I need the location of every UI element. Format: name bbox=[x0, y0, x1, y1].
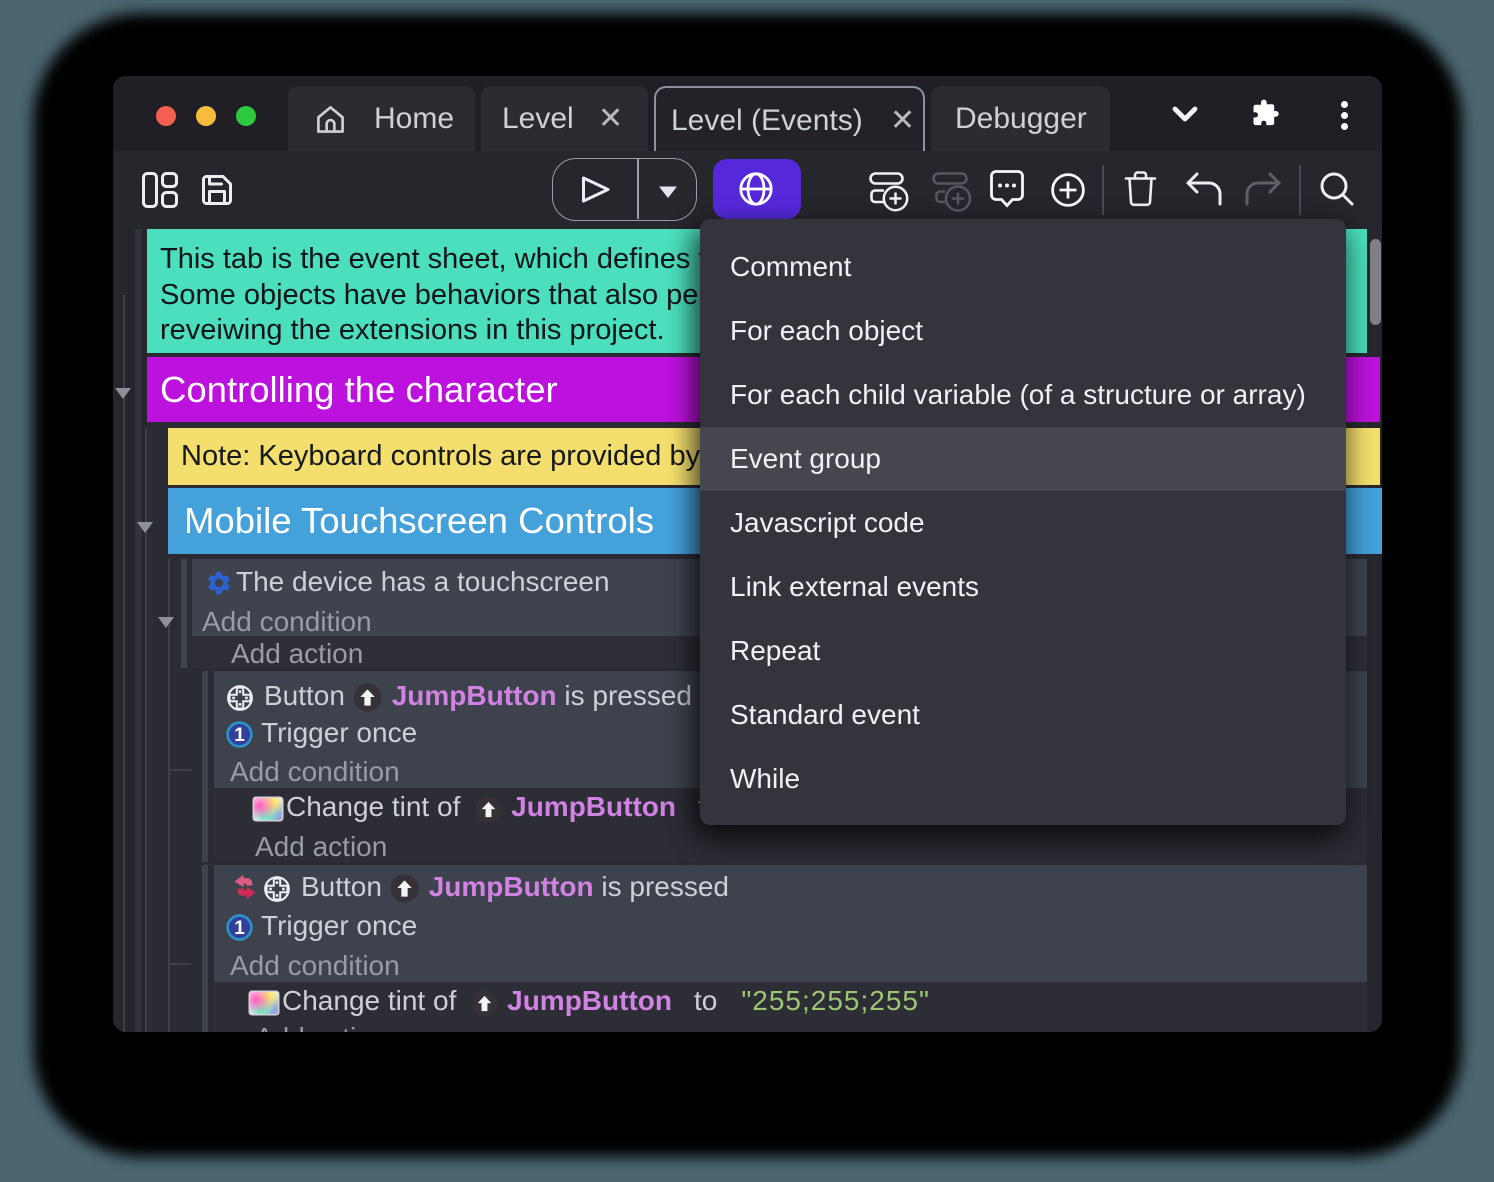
svg-text:1: 1 bbox=[234, 725, 245, 746]
svg-text:1: 1 bbox=[234, 918, 245, 939]
